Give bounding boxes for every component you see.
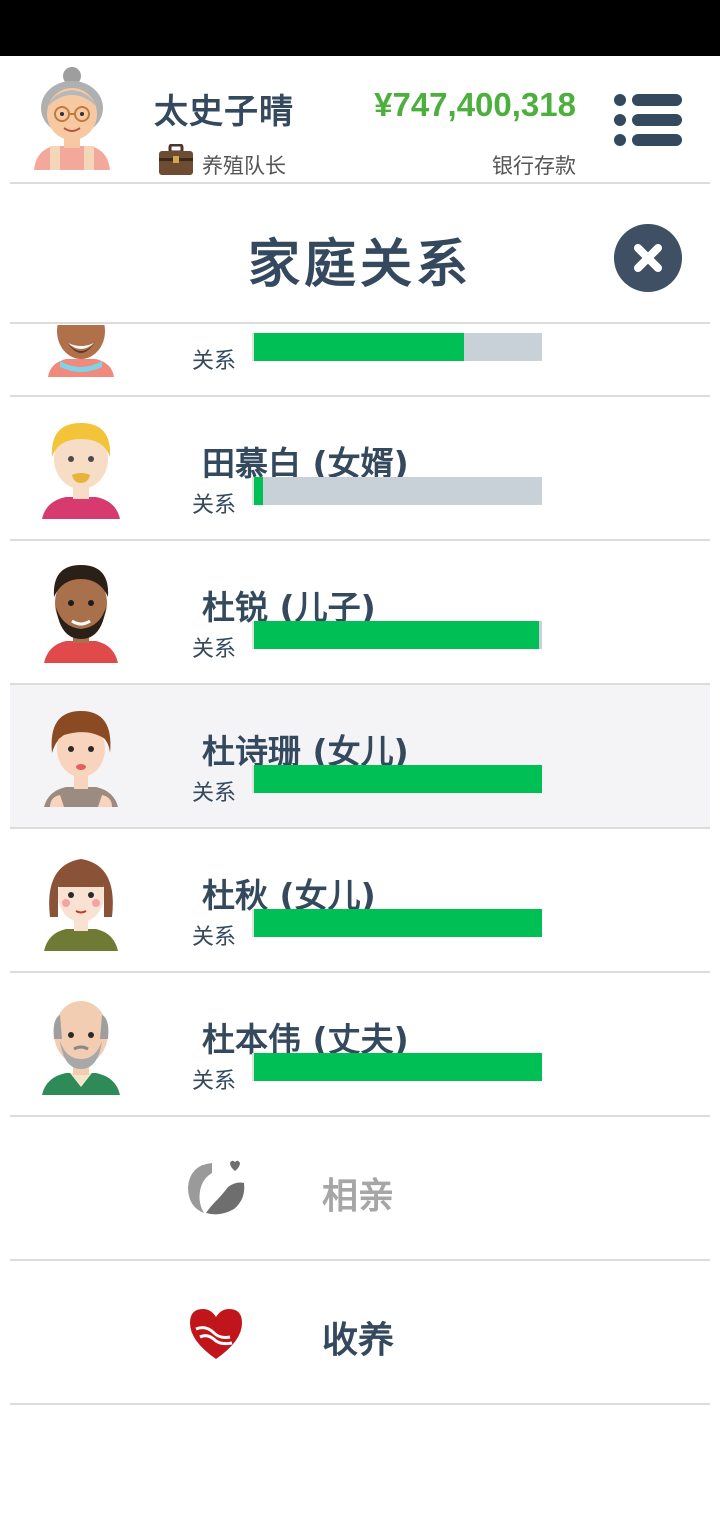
close-button[interactable] — [614, 224, 682, 292]
bank-balance-label: 银行存款 — [492, 154, 576, 178]
relationship-bar — [252, 909, 542, 937]
relationship-bar-fill — [254, 909, 542, 937]
family-member-row[interactable]: 田慕白 (女婿) 关系 — [10, 397, 710, 541]
relationship-bar-fill — [254, 333, 465, 361]
family-member-row[interactable]: 杜本伟 (丈夫) 关系 — [10, 973, 710, 1117]
adopt-label: 收养 — [322, 1320, 395, 1361]
relationship-bar-fill — [254, 621, 540, 649]
bank-balance: ¥747,400,318 — [374, 86, 576, 123]
relationship-bar — [252, 765, 542, 793]
blond-man-avatar-icon — [42, 423, 120, 519]
dating-button[interactable]: 相亲 — [10, 1117, 710, 1261]
relationship-bar-fill — [254, 1053, 542, 1081]
dating-label: 相亲 — [322, 1176, 395, 1217]
header-divider — [10, 182, 710, 184]
bangs-woman-avatar-icon — [44, 859, 118, 951]
relationship-label: 关系 — [192, 781, 237, 806]
job-title: 养殖队长 — [202, 154, 286, 178]
relationship-bar-fill — [254, 477, 263, 505]
menu-list-icon[interactable] — [612, 92, 684, 148]
family-member-row[interactable]: 杜秋 (女儿) 关系 — [10, 829, 710, 973]
player-name: 太史子晴 — [154, 92, 294, 132]
adopt-button[interactable]: 收养 — [10, 1261, 710, 1405]
player-header: 太史子晴 养殖队长 ¥747,400,318 银行存款 — [0, 56, 720, 184]
grandma-avatar-icon[interactable] — [30, 66, 114, 176]
close-icon — [634, 244, 662, 272]
relationship-label: 关系 — [192, 1069, 237, 1094]
smiling-man-avatar-icon — [48, 325, 114, 377]
bearded-man-avatar-icon — [44, 565, 118, 663]
briefcase-icon — [159, 144, 193, 175]
relationship-label: 关系 — [192, 349, 237, 374]
bald-man-avatar-icon — [42, 1001, 120, 1095]
relationship-label: 关系 — [192, 493, 237, 518]
heart-hands-icon — [190, 1309, 242, 1359]
relationship-bar — [252, 333, 542, 361]
relationship-bar — [252, 477, 542, 505]
couple-silhouette-icon — [188, 1160, 245, 1215]
family-member-row[interactable]: 杜锐 (儿子) 关系 — [10, 541, 710, 685]
title-divider — [10, 322, 710, 324]
relationship-bar — [252, 1053, 542, 1081]
status-bar — [0, 0, 720, 56]
auburn-woman-avatar-icon — [44, 711, 118, 807]
family-member-row[interactable]: 关系 — [10, 325, 710, 397]
relationship-bar — [252, 621, 542, 649]
family-member-row-selected[interactable]: 杜诗珊 (女儿) 关系 — [10, 685, 710, 829]
relationship-label: 关系 — [192, 637, 237, 662]
panel-title: 家庭关系 — [247, 235, 472, 295]
relationship-bar-fill — [254, 765, 542, 793]
family-list[interactable]: 关系 田慕白 (女婿) 关系 杜锐 (儿子) 关系 杜诗珊 (女儿) 关系 杜秋… — [0, 325, 720, 1425]
relationship-label: 关系 — [192, 925, 237, 950]
